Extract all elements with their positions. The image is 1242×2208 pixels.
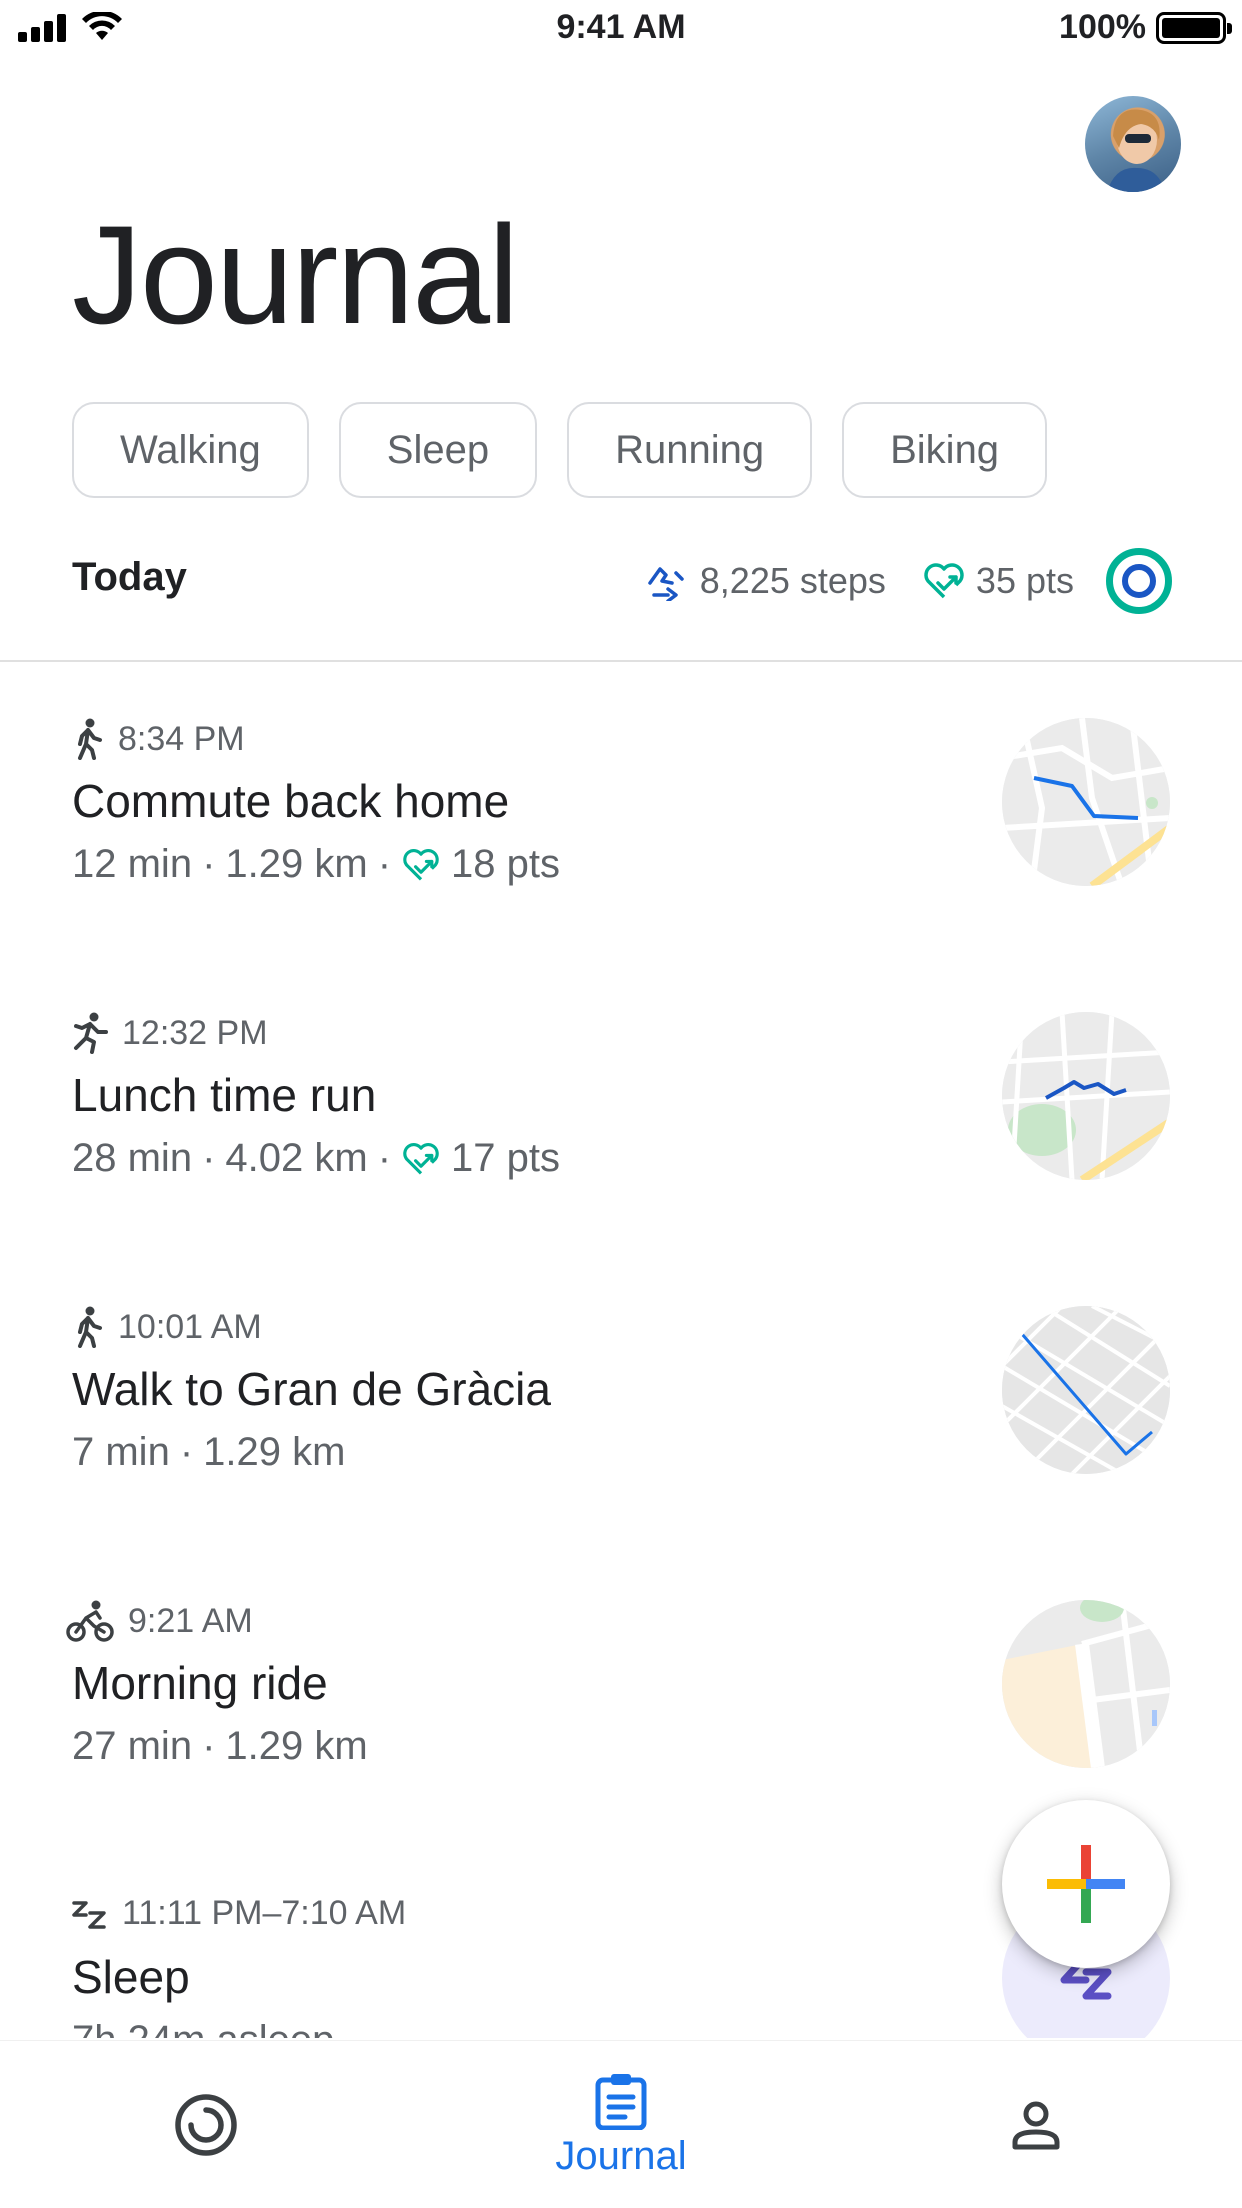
heart-points-icon [403, 1142, 439, 1175]
route-map-thumbnail [1002, 718, 1170, 886]
route-map-thumbnail [1002, 1600, 1170, 1768]
status-bar: 9:41 AM 100% [0, 0, 1242, 60]
chip-running[interactable]: Running [567, 402, 813, 498]
nav-profile[interactable] [980, 2041, 1092, 2208]
chip-sleep[interactable]: Sleep [338, 402, 538, 498]
activity-title: Morning ride [72, 1657, 328, 1709]
activity-stats: 7 min · 1.29 km [72, 1430, 346, 1474]
today-label: Today [72, 555, 187, 599]
activity-time: 12:32 PM [122, 1013, 268, 1052]
activity-stats: 28 min · 4.02 km · 17 pts [72, 1136, 560, 1180]
page-title: Journal [72, 196, 519, 353]
list-item[interactable]: 9:21 AM Morning ride 27 min · 1.29 km [0, 1544, 1242, 1838]
walking-icon [78, 1306, 102, 1348]
list-item[interactable]: 8:34 PM Commute back home 12 min · 1.29 k… [0, 662, 1242, 956]
chip-biking[interactable]: Biking [842, 402, 1048, 498]
activity-time: 10:01 AM [118, 1307, 262, 1346]
steps-icon [648, 567, 684, 601]
battery-icon [1156, 11, 1232, 44]
profile-icon [1012, 2101, 1060, 2150]
sleep-icon [72, 1900, 106, 1929]
route-map-thumbnail [1002, 1306, 1170, 1474]
points-count: 35 pts [975, 560, 1074, 601]
heart-points-icon [924, 563, 964, 599]
battery-status: 100% [1059, 8, 1232, 47]
activity-title: Walk to Gran de Gràcia [72, 1363, 551, 1415]
steps-count: 8,225 steps [699, 560, 886, 601]
walking-icon [78, 718, 102, 760]
status-time: 9:41 AM [556, 8, 686, 46]
running-icon [74, 1012, 108, 1054]
nav-journal-label: Journal [555, 2133, 687, 2178]
battery-percent: 100% [1059, 8, 1146, 46]
activity-time: 9:21 AM [128, 1601, 253, 1640]
activity-title: Commute back home [72, 775, 510, 827]
chip-walking[interactable]: Walking [72, 402, 309, 498]
home-ring-icon [175, 2094, 237, 2156]
add-activity-button[interactable] [1002, 1800, 1170, 1968]
nav-journal[interactable]: Journal [520, 2041, 722, 2208]
bottom-nav: Journal [0, 2040, 1242, 2208]
heart-points-icon [403, 848, 439, 881]
list-item[interactable]: 10:01 AM Walk to Gran de Gràcia 7 min · 1… [0, 1250, 1242, 1544]
biking-icon [66, 1600, 114, 1642]
goal-ring-icon [1106, 548, 1172, 614]
plus-icon [1047, 1845, 1125, 1923]
daily-summary[interactable]: 8,225 steps 35 pts [646, 548, 1172, 614]
activity-title: Sleep [72, 1951, 190, 2003]
activity-time: 11:11 PM–7:10 AM [122, 1894, 407, 1932]
activity-time: 8:34 PM [118, 719, 245, 758]
activity-stats: 27 min · 1.29 km [72, 1724, 368, 1768]
activity-stats: 12 min · 1.29 km · 18 pts [72, 842, 560, 886]
route-map-thumbnail [1002, 1012, 1170, 1180]
journal-icon [595, 2073, 647, 2130]
filter-chips: Walking Sleep Running Biking [72, 402, 1048, 498]
nav-home[interactable] [150, 2041, 262, 2208]
list-item[interactable]: 12:32 PM Lunch time run 28 min · 4.02 km ·… [0, 956, 1242, 1250]
activity-title: Lunch time run [72, 1069, 377, 1121]
activity-stats: 7h 24m asleep [72, 2018, 334, 2038]
avatar[interactable] [1085, 96, 1181, 192]
